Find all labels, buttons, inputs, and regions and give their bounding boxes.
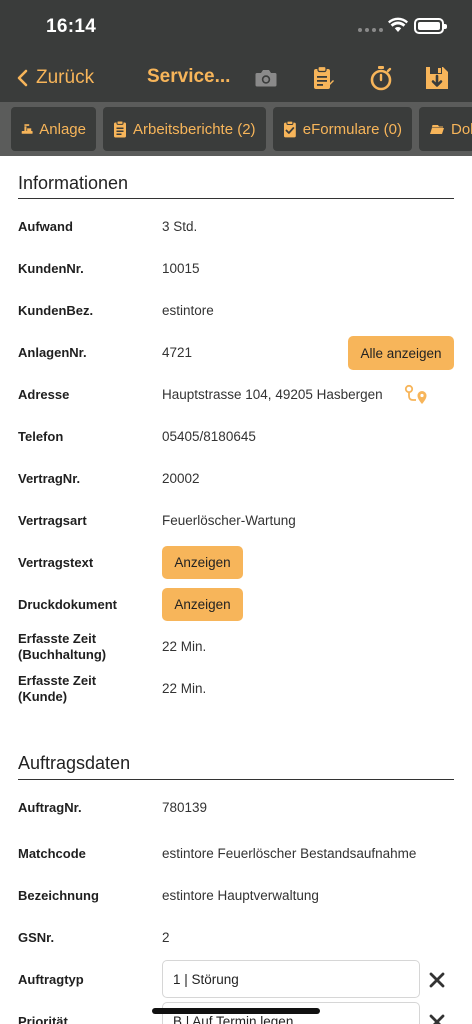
equipment-icon bbox=[21, 124, 33, 134]
section-title-auftragsdaten: Auftragsdaten bbox=[18, 753, 131, 773]
show-contract-text-button[interactable]: Anzeigen bbox=[162, 546, 243, 579]
label-bezeichnung: Bezeichnung bbox=[18, 888, 99, 903]
chevron-left-icon bbox=[17, 69, 28, 87]
label-druckdokument: Druckdokument bbox=[18, 597, 117, 612]
report-button[interactable] bbox=[308, 63, 338, 93]
value-erfasste-zeit-kunde: 22 Min. bbox=[162, 681, 207, 696]
tab-bar: Anlage Arbeitsberichte (2) eFormulare (0… bbox=[0, 102, 472, 156]
navigation-bar: Zurück Service... bbox=[0, 54, 472, 102]
tab-label: Arbeitsberichte (2) bbox=[133, 120, 256, 138]
route-icon[interactable] bbox=[404, 384, 428, 406]
show-all-button[interactable]: Alle anzeigen bbox=[348, 336, 454, 370]
timer-button[interactable] bbox=[366, 63, 396, 93]
clipboard-list-icon bbox=[114, 120, 126, 138]
clipboard-icon bbox=[314, 65, 334, 89]
back-label: Zurück bbox=[36, 67, 95, 88]
label-matchcode: Matchcode bbox=[18, 846, 86, 861]
section-divider bbox=[18, 198, 454, 199]
label-line: (Buchhaltung) bbox=[18, 647, 107, 662]
label-adresse: Adresse bbox=[18, 387, 70, 402]
label-telefon: Telefon bbox=[18, 429, 64, 444]
clear-auftragtyp-button[interactable] bbox=[426, 969, 448, 991]
label-vertragsart: Vertragsart bbox=[18, 513, 87, 528]
value-adresse: Hauptstrasse 104, 49205 Hasbergen bbox=[162, 387, 383, 402]
value-erfasste-zeit-buchhaltung: 22 Min. bbox=[162, 639, 207, 654]
save-icon bbox=[426, 67, 448, 89]
tab-label: eFormulare (0) bbox=[302, 120, 402, 138]
label-vertragstext: Vertragstext bbox=[18, 555, 94, 570]
value-aufwand: 3 Std. bbox=[162, 219, 198, 234]
label-prioritaet: Priorität bbox=[18, 1014, 68, 1024]
documents-icon bbox=[430, 125, 444, 134]
label-anlagennr: AnlagenNr. bbox=[18, 345, 87, 360]
show-print-document-button[interactable]: Anzeigen bbox=[162, 588, 243, 621]
battery-icon bbox=[414, 18, 447, 34]
value-kundennr: 10015 bbox=[162, 261, 200, 276]
value-gsnr: 2 bbox=[162, 930, 170, 945]
clear-prioritaet-button[interactable] bbox=[426, 1011, 448, 1024]
cellular-signal-icon bbox=[358, 28, 383, 32]
wifi-icon bbox=[388, 17, 408, 32]
value-vertragsart: Feuerlöscher-Wartung bbox=[162, 513, 296, 528]
label-line: Erfasste Zeit bbox=[18, 631, 97, 646]
value-auftragnr: 780139 bbox=[162, 800, 208, 815]
camera-button[interactable] bbox=[251, 63, 281, 93]
label-auftragtyp: Auftragtyp bbox=[18, 972, 84, 987]
label-kundennr: KundenNr. bbox=[18, 261, 84, 276]
stopwatch-icon bbox=[370, 66, 392, 91]
tab-arbeitsberichte[interactable]: Arbeitsberichte (2) bbox=[103, 107, 266, 151]
value-telefon[interactable]: 05405/8180645 bbox=[162, 429, 256, 445]
label-gsnr: GSNr. bbox=[18, 930, 55, 945]
label-auftragnr: AuftragNr. bbox=[18, 800, 82, 815]
auftragtyp-select[interactable]: 1 | Störung bbox=[162, 960, 420, 998]
label-line: Erfasste Zeit bbox=[18, 673, 97, 688]
label-erfasste-zeit-kunde: Erfasste Zeit (Kunde) bbox=[18, 673, 96, 705]
save-button[interactable] bbox=[422, 63, 452, 93]
section-divider bbox=[18, 779, 454, 780]
label-kundenbez: KundenBez. bbox=[18, 303, 94, 318]
value-vertragnr: 20002 bbox=[162, 471, 200, 486]
section-title-informationen: Informationen bbox=[18, 173, 129, 193]
page-title: Service... bbox=[147, 66, 231, 87]
close-icon bbox=[429, 972, 445, 988]
label-aufwand: Aufwand bbox=[18, 219, 73, 234]
clipboard-check-icon bbox=[283, 120, 296, 138]
back-button[interactable]: Zurück bbox=[16, 62, 94, 94]
value-anlagennr: 4721 bbox=[162, 345, 193, 360]
label-erfasste-zeit-buchhaltung: Erfasste Zeit (Buchhaltung) bbox=[18, 631, 106, 663]
tab-dokumente[interactable]: Dok bbox=[419, 107, 472, 151]
label-line: (Kunde) bbox=[18, 689, 68, 704]
status-time: 16:14 bbox=[46, 16, 97, 37]
tab-label: Dok bbox=[451, 120, 472, 138]
camera-icon bbox=[255, 70, 277, 87]
tab-anlage[interactable]: Anlage bbox=[11, 107, 96, 151]
label-vertragnr: VertragNr. bbox=[18, 471, 81, 486]
tab-eformulare[interactable]: eFormulare (0) bbox=[273, 107, 412, 151]
value-matchcode: estintore Feuerlöscher Bestandsaufnahme bbox=[162, 846, 417, 861]
value-bezeichnung: estintore Hauptverwaltung bbox=[162, 888, 319, 903]
close-icon bbox=[429, 1014, 445, 1024]
tab-label: Anlage bbox=[39, 120, 86, 138]
home-indicator[interactable] bbox=[152, 1008, 320, 1014]
value-kundenbez: estintore bbox=[162, 303, 214, 318]
status-bar: 16:14 bbox=[0, 0, 472, 54]
detail-content[interactable]: Informationen Aufwand 3 Std. KundenNr. 1… bbox=[0, 156, 472, 1024]
